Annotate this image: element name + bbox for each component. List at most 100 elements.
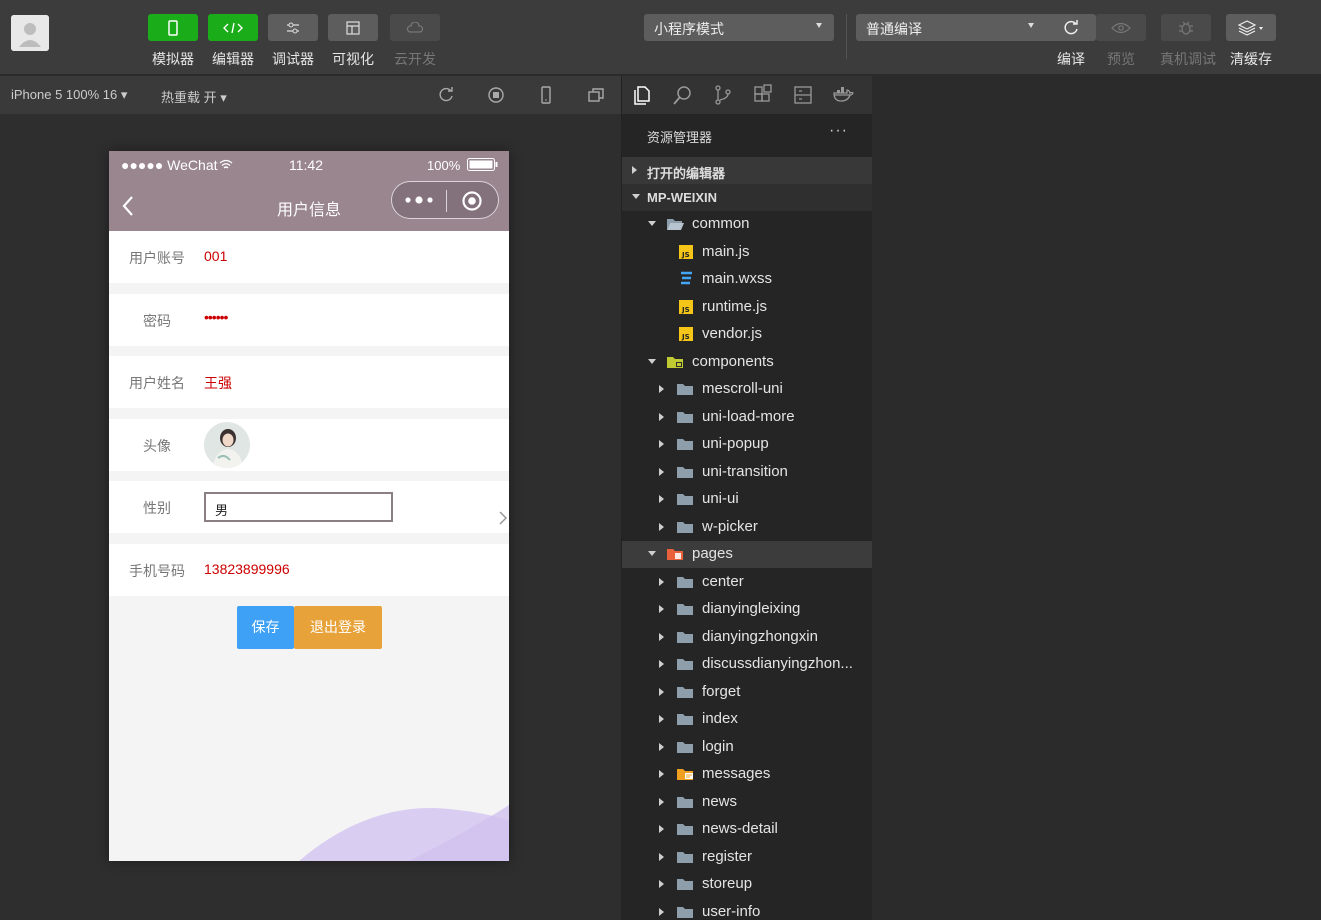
phone-nav-bar: 用户信息 [109,179,509,231]
rotate-icon[interactable] [436,85,456,105]
tree-item-label: uni-transition [702,462,788,480]
open-editors-label: 打开的编辑器 [647,166,726,181]
tree-item[interactable]: register [622,844,872,871]
field-label: 用户姓名 [129,375,185,391]
field-row-password: 密码 •••••• [109,294,509,346]
tree-item[interactable]: index [622,706,872,733]
folder-icon [676,794,694,810]
tree-item[interactable]: components [622,349,872,376]
chevron-right-icon [659,687,664,696]
tree-item[interactable]: center [622,569,872,596]
tree-item[interactable]: news-detail [622,816,872,843]
chevron-right-icon [659,797,664,806]
project-section[interactable]: MP-WEIXIN [622,184,872,211]
name-input[interactable]: 王强 [204,373,232,393]
storage-icon[interactable] [792,84,814,106]
search-icon[interactable] [672,84,694,106]
compile-label: 编译 [1057,51,1085,67]
debugger-tool[interactable]: 调试器 [267,14,319,69]
tree-item[interactable]: forget [622,679,872,706]
phone-status-bar: ●●●●● WeChat 11:42 100% [109,151,509,179]
account-input[interactable]: 001 [204,248,227,264]
top-toolbar: 模拟器 编辑器 调试器 可视化 云开发 小程序模式 普通编译 编译 预览 真机调… [0,0,1321,75]
refresh-icon [1064,19,1078,34]
status-time: 11:42 [289,157,323,173]
phone-input[interactable]: 13823899996 [204,561,290,577]
gender-picker[interactable]: 男 [204,492,393,522]
folder-icon [676,464,694,480]
chevron-right-icon [659,605,664,613]
close-target-icon[interactable] [461,190,483,212]
password-input[interactable]: •••••• [204,309,228,325]
project-label: MP-WEIXIN [647,190,718,205]
open-editors-section[interactable]: 打开的编辑器 [622,157,872,184]
field-row-name: 用户姓名 王强 [109,356,509,408]
battery-percent: 100% [427,158,461,173]
detach-window-icon[interactable] [586,85,606,105]
stop-icon[interactable] [486,85,506,105]
tree-item-label: uni-popup [702,435,769,452]
folder-icon [676,436,694,452]
visual-tool[interactable]: 可视化 [327,14,379,69]
tree-item[interactable]: login [622,734,872,761]
tree-item[interactable]: storeup [622,871,872,898]
user-avatar[interactable] [11,15,49,51]
docker-icon[interactable] [832,84,854,106]
phone-icon[interactable] [536,85,556,105]
editor-tool[interactable]: 编辑器 [207,14,259,69]
tree-item-label: dianyingleixing [702,600,801,617]
tree-item[interactable]: JS main.js [622,239,872,266]
files-icon[interactable] [632,84,654,106]
tree-item-label: main.js [702,242,750,260]
folder-icon [676,409,694,425]
tree-item[interactable]: JS runtime.js [622,294,872,321]
simulator-tool[interactable]: 模拟器 [147,14,199,69]
tree-item[interactable]: news [622,789,872,816]
folder-icon [676,656,694,672]
tree-item[interactable]: uni-popup [622,431,872,458]
tree-item-label: common [692,215,750,232]
svg-text:JS: JS [681,251,690,259]
chevron-down-icon [632,194,640,199]
field-row-gender: 性别 男 [109,481,509,533]
tree-item[interactable]: pages [622,541,872,568]
tree-item-label: uni-ui [702,490,739,507]
compile-select[interactable]: 普通编译 [856,14,1046,41]
tree-item[interactable]: uni-load-more [622,404,872,431]
tree-item-label: news [702,792,738,810]
device-select[interactable]: iPhone 5 100% 16 ▾ [11,87,127,103]
folder-icon [676,876,694,892]
tree-item[interactable]: discussdianyingzhon... [622,651,872,678]
compile-button[interactable]: 编译 [1045,14,1097,69]
svg-text:JS: JS [681,333,690,341]
compile-select-value: 普通编译 [866,21,922,37]
bug-icon [1179,21,1193,35]
more-actions-icon[interactable]: ··· [829,122,848,140]
chevron-right-icon [659,770,664,778]
hot-reload-toggle[interactable]: 热重载 开 ▾ [161,87,227,106]
tree-item[interactable]: w-picker [622,514,872,541]
logout-button[interactable]: 退出登录 [294,606,382,649]
mode-select[interactable]: 小程序模式 [644,14,834,41]
tree-item[interactable]: mescroll-uni [622,376,872,403]
field-row-avatar: 头像 [109,419,509,471]
tree-item[interactable]: dianyingzhongxin [622,624,872,651]
tree-item[interactable]: messages [622,761,872,788]
avatar-image[interactable] [204,422,250,468]
chevron-down-icon [648,551,656,556]
source-control-icon[interactable] [712,84,734,106]
tree-item[interactable]: JS vendor.js [622,321,872,348]
save-button[interactable]: 保存 [237,606,294,649]
tree-item[interactable]: uni-transition [622,459,872,486]
more-dots-icon[interactable] [404,195,434,205]
tree-item[interactable]: dianyingleixing [622,596,872,623]
extensions-icon[interactable] [752,84,774,106]
tree-item-label: w-picker [702,517,758,535]
tree-item-label: runtime.js [702,297,768,315]
tree-item[interactable]: main.wxss [622,266,872,293]
field-label: 头像 [143,438,171,454]
tree-item[interactable]: common [622,211,872,238]
clear-cache-button[interactable]: 清缓存 [1225,14,1277,69]
tree-item[interactable]: uni-ui [622,486,872,513]
tree-item[interactable]: user-info [622,899,872,920]
